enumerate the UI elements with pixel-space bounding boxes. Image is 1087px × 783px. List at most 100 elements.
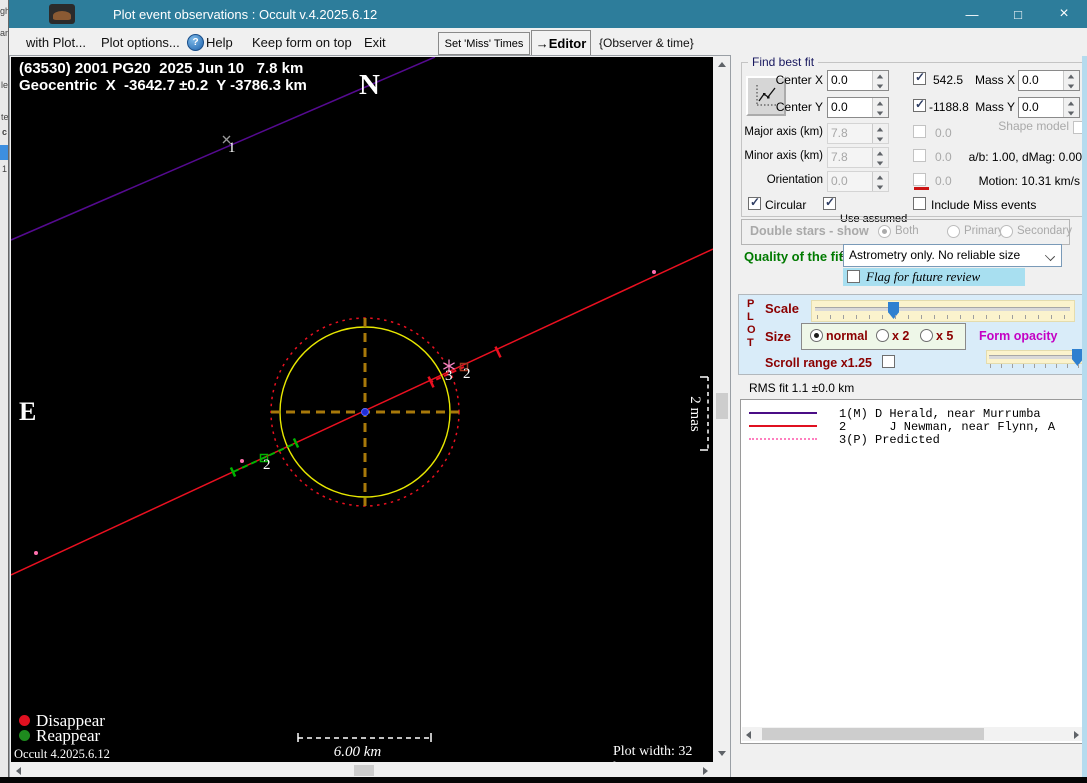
form-opacity-slider[interactable]: [986, 350, 1086, 364]
list-horizontal-scrollbar[interactable]: [742, 727, 1083, 741]
bg-fragment: c: [2, 127, 7, 137]
vertical-scroll-thumb[interactable]: [716, 393, 728, 419]
plot-width-label: Plot width: 32 km: [613, 744, 713, 762]
observer-row[interactable]: 3(P) Predicted: [741, 433, 1085, 446]
plot-canvas: [11, 57, 713, 762]
bg-fragment: ar: [0, 28, 8, 38]
menu-with-plot[interactable]: with Plot...: [26, 35, 86, 50]
east-label: E: [19, 397, 36, 427]
menu-bar: with Plot... Plot options... ? Help Keep…: [9, 28, 1087, 55]
spin-up-icon[interactable]: [1064, 71, 1079, 81]
fit-y-checkbox[interactable]: [913, 99, 926, 112]
double-stars-label: Double stars - show: [750, 224, 869, 238]
scroll-left-icon[interactable]: [16, 767, 21, 775]
spin-up-icon[interactable]: [873, 98, 888, 108]
observer1-number: 1: [228, 140, 236, 157]
quality-value: Astrometry only. No reliable size: [849, 248, 1020, 262]
window-right-border: [1082, 56, 1087, 777]
scale-slider-ticks: [817, 315, 1069, 319]
size-x5-label: x 5: [936, 329, 953, 343]
center-x-label: Center X: [761, 73, 823, 87]
use-assumed-diameter-checkbox[interactable]: [823, 197, 836, 210]
size-normal-radio[interactable]: [810, 329, 823, 342]
plot-area[interactable]: (63530) 2001 PG20 2025 Jun 10 7.8 km Geo…: [11, 57, 713, 762]
center-y-spinner[interactable]: 0.0: [827, 97, 889, 118]
flag-review-checkbox[interactable]: [847, 270, 860, 283]
scale-slider[interactable]: [811, 300, 1075, 322]
spin-up-icon[interactable]: [1064, 98, 1079, 108]
scroll-range-label: Scroll range x1.25: [765, 356, 872, 370]
list-scroll-thumb[interactable]: [762, 728, 984, 740]
spin-down-icon[interactable]: [873, 81, 888, 91]
maximize-button[interactable]: □: [995, 0, 1041, 28]
menu-keep-on-top[interactable]: Keep form on top: [252, 35, 352, 50]
mass-y-spinner[interactable]: 0.0: [1018, 97, 1080, 118]
horizontal-scroll-thumb[interactable]: [354, 765, 374, 776]
reappear-dot-icon: [19, 730, 30, 741]
help-icon[interactable]: ?: [187, 34, 204, 51]
menu-exit[interactable]: Exit: [364, 35, 386, 50]
size-label: Size: [765, 329, 791, 344]
spin-down-icon[interactable]: [1064, 108, 1079, 118]
major-fit-checkbox: [913, 125, 926, 138]
include-miss-checkbox[interactable]: [913, 197, 926, 210]
size-radio-group: normal x 2 x 5: [801, 323, 966, 350]
double-secondary-label: Secondary: [1017, 225, 1072, 237]
minimize-button[interactable]: —: [949, 0, 995, 28]
pink-dotted-swatch: [749, 438, 817, 440]
orientation-fit-checkbox: [913, 173, 926, 186]
spin-up-icon[interactable]: [873, 71, 888, 81]
observers-listbox[interactable]: 1(M) D Herald, near Murrumba 2 J Newman,…: [740, 399, 1086, 744]
flag-review-box: Flag for future review: [843, 268, 1025, 286]
observer-row[interactable]: 2 J Newman, near Flynn, A: [741, 420, 1085, 433]
scroll-up-icon[interactable]: [718, 62, 726, 67]
rms-fit-label: RMS fit 1.1 ±0.0 km: [749, 381, 854, 395]
opacity-slider-ticks: [990, 364, 1082, 368]
size-x2-radio[interactable]: [876, 329, 889, 342]
minor-fit-checkbox: [913, 149, 926, 162]
scroll-right-icon[interactable]: [1074, 731, 1079, 739]
miss-marker-indicator: [914, 187, 929, 190]
flag-review-label: Flag for future review: [866, 269, 980, 285]
legend-reappear: Reappear: [36, 726, 100, 746]
plot-letter-o: O: [747, 324, 756, 336]
spin-down-icon[interactable]: [873, 108, 888, 118]
scale-label: Scale: [765, 301, 799, 316]
scale-bar-label: 6.00 km: [291, 744, 424, 761]
plot-title-line2: Geocentric X -3642.7 ±0.2 Y -3786.3 km: [19, 77, 307, 94]
close-button[interactable]: ×: [1041, 0, 1087, 28]
red-line-swatch: [749, 425, 817, 427]
observer-row[interactable]: 1(M) D Herald, near Murrumba: [741, 407, 1085, 420]
north-label: N: [359, 69, 380, 102]
quality-dropdown[interactable]: Astrometry only. No reliable size: [843, 244, 1062, 267]
spin-down-icon[interactable]: [1064, 81, 1079, 91]
plot-vertical-scrollbar[interactable]: [714, 57, 730, 762]
screen-bottom-strip: [0, 777, 1087, 783]
center-x-spinner[interactable]: 0.0: [827, 70, 889, 91]
double-both-label: Both: [895, 225, 919, 237]
plot-panel: (63530) 2001 PG20 2025 Jun 10 7.8 km Geo…: [9, 55, 731, 779]
bg-selected-row: [0, 145, 8, 160]
fit-x-checkbox[interactable]: [913, 72, 926, 85]
size-x5-radio[interactable]: [920, 329, 933, 342]
editor-button[interactable]: →Editor: [531, 30, 591, 56]
shape-model-label: Shape model: [992, 119, 1069, 133]
double-both-radio: [878, 225, 891, 238]
scroll-down-icon[interactable]: [718, 751, 726, 756]
fit-x-value: 542.5: [933, 73, 963, 87]
menu-plot-options[interactable]: Plot options...: [101, 35, 180, 50]
set-miss-times-button[interactable]: Set 'Miss' Times: [438, 32, 530, 55]
scroll-right-icon[interactable]: [703, 767, 708, 775]
major-axis-label: Major axis (km): [742, 126, 823, 138]
app-icon: [49, 4, 75, 24]
mass-x-label: Mass X: [973, 73, 1015, 87]
find-best-fit-group: Find best fit Center X 0.0 542.5 Mass X …: [741, 62, 1083, 217]
scroll-range-checkbox[interactable]: [882, 355, 895, 368]
minor-axis-label: Minor axis (km): [742, 150, 823, 162]
plot-horizontal-scrollbar[interactable]: [11, 763, 714, 778]
scroll-left-icon[interactable]: [746, 731, 751, 739]
menu-help[interactable]: Help: [206, 35, 233, 50]
circular-checkbox[interactable]: [748, 197, 761, 210]
opacity-slider-groove: [989, 355, 1081, 359]
mass-x-spinner[interactable]: 0.0: [1018, 70, 1080, 91]
